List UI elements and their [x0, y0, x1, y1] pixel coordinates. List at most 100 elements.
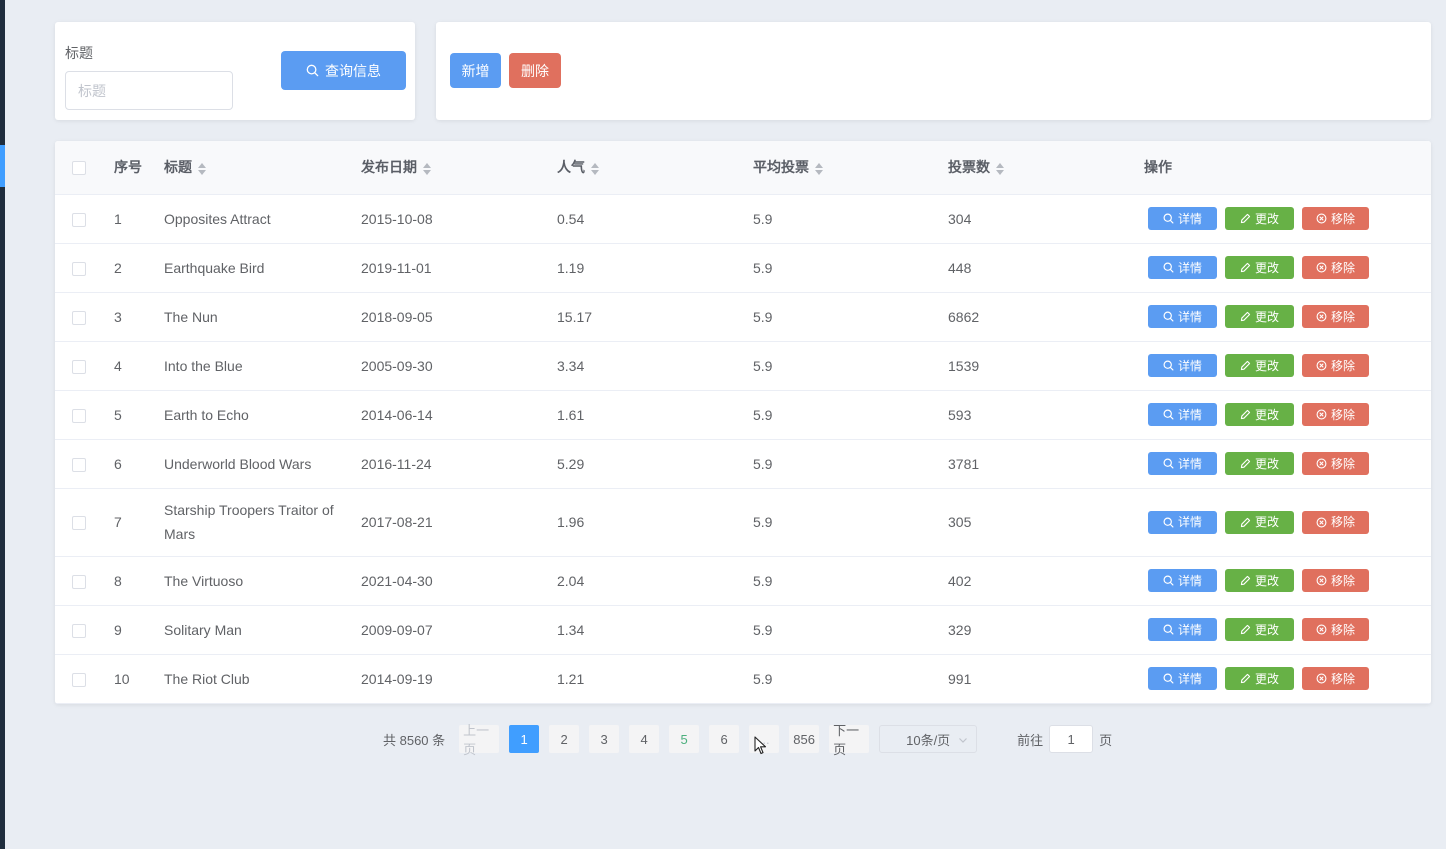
row-actions: 详情 更改 移除 — [1148, 618, 1431, 641]
edit-button[interactable]: 更改 — [1225, 618, 1294, 641]
sidebar-edge — [0, 0, 5, 849]
row-checkbox[interactable] — [72, 516, 86, 531]
detail-button[interactable]: 详情 — [1148, 452, 1217, 475]
prev-page-button[interactable]: 上一页 — [459, 723, 500, 757]
next-page-button[interactable]: 下一页 — [829, 723, 870, 757]
detail-button-label: 详情 — [1177, 573, 1202, 588]
delete-button[interactable]: 删除 — [509, 53, 561, 88]
detail-button[interactable]: 详情 — [1148, 569, 1217, 592]
remove-icon — [1316, 213, 1327, 224]
row-checkbox[interactable] — [72, 408, 86, 423]
remove-button[interactable]: 移除 — [1302, 207, 1369, 230]
table-row[interactable]: 6 Underworld Blood Wars 2016-11-24 5.29 5.9 3… — [55, 439, 1431, 489]
row-actions: 详情 更改 移除 — [1148, 403, 1431, 426]
remove-button[interactable]: 移除 — [1302, 256, 1369, 279]
detail-button[interactable]: 详情 — [1148, 305, 1217, 328]
search-button[interactable]: 查询信息 — [281, 51, 406, 90]
page-1-button[interactable]: 1 — [509, 725, 540, 753]
row-checkbox[interactable] — [72, 359, 86, 374]
row-checkbox[interactable] — [72, 310, 86, 325]
detail-button[interactable]: 详情 — [1148, 207, 1217, 230]
sort-icon[interactable] — [423, 162, 431, 175]
table-row[interactable]: 8 The Virtuoso 2021-04-30 2.04 5.9 402 详情 更改 移除 — [55, 556, 1431, 606]
edit-button[interactable]: 更改 — [1225, 256, 1294, 279]
table-row[interactable]: 7 Starship Troopers Traitor of Mars 2017-0… — [55, 488, 1431, 557]
row-vote-count: 402 — [948, 572, 972, 589]
select-all-checkbox[interactable] — [72, 161, 86, 176]
row-checkbox[interactable] — [72, 574, 86, 589]
remove-icon — [1316, 624, 1327, 635]
edit-button[interactable]: 更改 — [1225, 452, 1294, 475]
page-5-button[interactable]: 5 — [669, 725, 700, 753]
column-header-vote-count[interactable]: 投票数 — [948, 141, 1144, 195]
row-actions: 详情 更改 移除 — [1148, 452, 1431, 475]
sort-icon[interactable] — [591, 162, 599, 175]
column-header-release-date[interactable]: 发布日期 — [361, 141, 557, 195]
edit-button-label: 更改 — [1254, 671, 1279, 686]
row-avg-vote: 5.9 — [753, 357, 773, 374]
sort-icon[interactable] — [996, 162, 1004, 175]
row-checkbox[interactable] — [72, 261, 86, 276]
page-4-button[interactable]: 4 — [629, 725, 660, 753]
column-header-title[interactable]: 标题 — [164, 141, 361, 195]
remove-button[interactable]: 移除 — [1302, 618, 1369, 641]
remove-button[interactable]: 移除 — [1302, 354, 1369, 377]
edit-button[interactable]: 更改 — [1225, 569, 1294, 592]
edit-button[interactable]: 更改 — [1225, 667, 1294, 690]
row-checkbox[interactable] — [72, 457, 86, 472]
table-row[interactable]: 2 Earthquake Bird 2019-11-01 1.19 5.9 448 详情 更改… — [55, 243, 1431, 293]
edit-button-label: 更改 — [1254, 515, 1279, 529]
remove-button[interactable]: 移除 — [1302, 510, 1369, 534]
table-row[interactable]: 3 The Nun 2018-09-05 15.17 5.9 6862 详情 更改 移除 — [55, 292, 1431, 342]
detail-button[interactable]: 详情 — [1148, 510, 1217, 534]
remove-button[interactable]: 移除 — [1302, 305, 1369, 328]
page-2-button[interactable]: 2 — [549, 725, 580, 753]
search-icon — [1163, 213, 1174, 224]
row-index: 8 — [114, 572, 122, 589]
table-row[interactable]: 10 The Riot Club 2014-09-19 1.21 5.9 991 详情 更改 移… — [55, 654, 1431, 704]
page-3-button[interactable]: 3 — [589, 725, 620, 753]
page-size-select[interactable]: 10条/页 — [879, 725, 978, 753]
column-header-operations: 操作 — [1144, 159, 1172, 176]
edit-button-label: 更改 — [1254, 407, 1279, 422]
detail-button[interactable]: 详情 — [1148, 256, 1217, 279]
remove-button[interactable]: 移除 — [1302, 403, 1369, 426]
remove-button[interactable]: 移除 — [1302, 452, 1369, 475]
add-button[interactable]: 新增 — [450, 53, 501, 88]
table-row[interactable]: 4 Into the Blue 2005-09-30 3.34 5.9 1539 详情 更改 移… — [55, 341, 1431, 391]
page-last[interactable]: 856 — [789, 725, 820, 753]
edit-icon — [1240, 262, 1251, 273]
table-row[interactable]: 9 Solitary Man 2009-09-07 1.34 5.9 329 详情 更改 移除 — [55, 605, 1431, 655]
row-popularity: 1.19 — [557, 259, 585, 276]
remove-button[interactable]: 移除 — [1302, 667, 1369, 690]
row-title: Starship Troopers Traitor of Mars — [164, 502, 334, 542]
remove-button[interactable]: 移除 — [1302, 569, 1369, 592]
row-title: The Riot Club — [164, 670, 250, 687]
page-jump-input[interactable] — [1049, 725, 1094, 753]
row-checkbox[interactable] — [72, 623, 86, 638]
detail-button-label: 详情 — [1177, 309, 1202, 324]
edit-button[interactable]: 更改 — [1225, 403, 1294, 426]
row-checkbox[interactable] — [72, 212, 86, 227]
search-icon — [1163, 575, 1174, 586]
detail-button[interactable]: 详情 — [1148, 667, 1217, 690]
row-checkbox[interactable] — [72, 672, 86, 687]
detail-button[interactable]: 详情 — [1148, 354, 1217, 377]
edit-button[interactable]: 更改 — [1225, 207, 1294, 230]
edit-button[interactable]: 更改 — [1225, 305, 1294, 328]
title-search-input[interactable] — [65, 71, 233, 110]
page-6-button[interactable]: 6 — [709, 725, 740, 753]
sort-icon[interactable] — [815, 162, 823, 175]
detail-button[interactable]: 详情 — [1148, 618, 1217, 641]
column-header-avg-vote[interactable]: 平均投票 — [753, 141, 948, 195]
edit-button[interactable]: 更改 — [1225, 510, 1294, 534]
table-row[interactable]: 5 Earth to Echo 2014-06-14 1.61 5.9 593 详情 更改 移除 — [55, 390, 1431, 440]
detail-button[interactable]: 详情 — [1148, 403, 1217, 426]
remove-icon — [1316, 575, 1327, 586]
column-header-popularity[interactable]: 人气 — [557, 141, 753, 195]
edit-button[interactable]: 更改 — [1225, 354, 1294, 377]
sidebar-active-indicator — [0, 145, 5, 187]
table-row[interactable]: 1 Opposites Attract 2015-10-08 0.54 5.9 304 详情… — [55, 194, 1431, 244]
sort-icon[interactable] — [198, 162, 206, 175]
row-release-date: 2018-09-05 — [361, 308, 433, 325]
